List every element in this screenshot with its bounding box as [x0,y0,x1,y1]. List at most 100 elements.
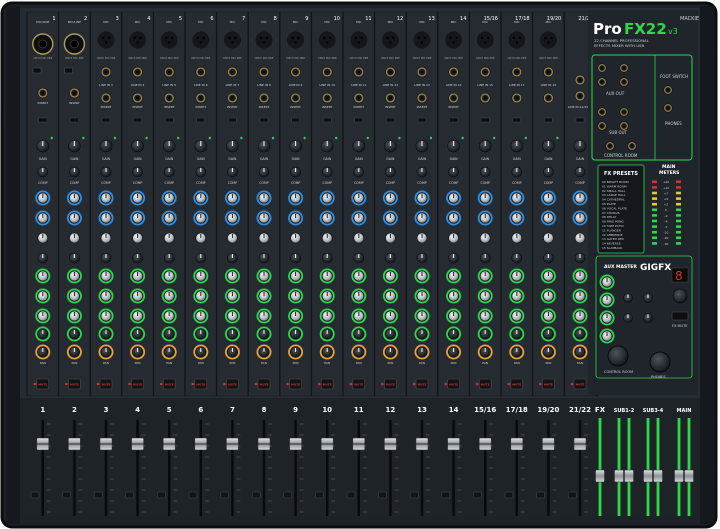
pan-knob[interactable] [319,344,335,360]
eq-low-knob[interactable] [416,232,428,244]
line-in-jack[interactable] [290,66,301,78]
aux-knob-1[interactable] [543,252,554,264]
aux-knob-2[interactable] [130,268,146,284]
aux-knob-2[interactable] [224,268,240,284]
control-room-knob[interactable] [607,345,629,367]
aux-knob-3[interactable] [193,288,209,304]
fx-knob[interactable] [161,326,177,342]
aux-knob-2[interactable] [414,268,430,284]
aux-knob-1[interactable] [100,252,112,264]
solo-button[interactable] [315,491,324,499]
xlr-jack[interactable] [412,30,432,50]
phones-knob[interactable] [649,351,671,373]
pan-knob[interactable] [256,344,272,360]
insert-jack[interactable] [227,92,238,104]
aux-knob-2[interactable] [66,268,82,284]
eq-mid-knob[interactable] [351,210,367,226]
line-in-jack[interactable] [479,66,491,78]
phantom-switch[interactable] [512,117,521,123]
output-jack[interactable] [619,77,629,87]
comp-knob[interactable] [227,166,238,178]
solo-button[interactable] [251,491,261,499]
aux-knob-1[interactable] [574,252,586,264]
aux-knob-3[interactable] [509,288,525,304]
insert-jack[interactable] [353,92,365,104]
pan-knob[interactable] [66,344,82,360]
output-jack[interactable] [619,63,629,73]
insert-jack[interactable] [385,92,396,104]
fader-cap[interactable] [653,469,663,483]
output-jack[interactable] [597,63,607,73]
fx-knob[interactable] [288,326,304,342]
eq-mid-knob[interactable] [256,210,272,226]
aux-knob-3[interactable] [477,288,493,304]
eq-hi-knob[interactable] [35,190,51,206]
comp-knob[interactable] [37,166,49,178]
fader-cap[interactable] [674,469,684,483]
aux-knob-2[interactable] [572,268,588,284]
fx-knob[interactable] [193,326,209,342]
gain-knob[interactable] [99,139,113,153]
comp-knob[interactable] [100,166,112,178]
aux-knob-1[interactable] [132,252,143,264]
solo-button[interactable] [93,491,103,499]
eq-hi-knob[interactable] [414,190,430,206]
eq-low-knob[interactable] [163,232,175,244]
phantom-switch[interactable] [544,117,553,123]
eq-hi-knob[interactable] [66,190,82,206]
aux-knob-1[interactable] [163,252,175,264]
aux-knob-3[interactable] [414,288,430,304]
comp-knob[interactable] [479,166,491,178]
gain-knob[interactable] [352,139,366,153]
insert-jack[interactable] [132,92,143,104]
aux-knob-2[interactable] [319,268,335,284]
gain-knob[interactable] [68,139,81,153]
aux-knob-3[interactable] [319,288,335,304]
comp-knob[interactable] [448,166,459,178]
fx-knob[interactable] [319,326,335,342]
gain-knob[interactable] [510,139,524,153]
aux-knob-4[interactable] [446,308,462,324]
eq-hi-knob[interactable] [509,190,525,206]
eq-mid-knob[interactable] [161,210,177,226]
aux-knob-1[interactable] [258,252,270,264]
eq-hi-knob[interactable] [161,190,177,206]
fx-program-knob[interactable] [672,288,688,304]
aux-knob-2[interactable] [446,268,462,284]
fx-param-knob[interactable] [623,313,633,323]
gain-knob[interactable] [131,139,144,153]
aux-knob-1[interactable] [321,252,333,264]
line-in-jack[interactable] [353,66,365,78]
aux-knob-4[interactable] [256,308,272,324]
insert-jack[interactable] [69,87,80,99]
aux-knob-4[interactable] [572,308,588,324]
gain-knob[interactable] [384,139,397,153]
output-jack[interactable] [619,121,629,131]
solo-button[interactable] [346,491,356,499]
phantom-switch[interactable] [164,117,174,123]
eq-low-knob[interactable] [385,232,396,244]
line-in-jack[interactable] [321,66,333,78]
eq-hi-knob[interactable] [98,190,114,206]
pan-knob[interactable] [288,344,304,360]
eq-mid-knob[interactable] [288,210,304,226]
gain-knob[interactable] [36,139,50,153]
comp-knob[interactable] [195,166,207,178]
aux-knob-1[interactable] [511,252,523,264]
fx-knob[interactable] [130,326,146,342]
line-in-jack[interactable] [100,66,112,78]
xlr-jack[interactable] [475,30,495,50]
solo-button[interactable] [125,491,135,499]
fx-knob[interactable] [477,326,493,342]
eq-mid-knob[interactable] [572,210,588,226]
insert-jack[interactable] [37,87,49,99]
output-jack[interactable] [627,141,637,151]
pan-knob[interactable] [477,344,493,360]
line-in-jack[interactable] [511,66,523,78]
fx-knob[interactable] [224,326,240,342]
pan-knob[interactable] [572,344,588,360]
gain-knob[interactable] [542,139,555,153]
aux-knob-4[interactable] [509,308,525,324]
xlr-jack[interactable] [539,30,558,50]
pan-knob[interactable] [414,344,430,360]
